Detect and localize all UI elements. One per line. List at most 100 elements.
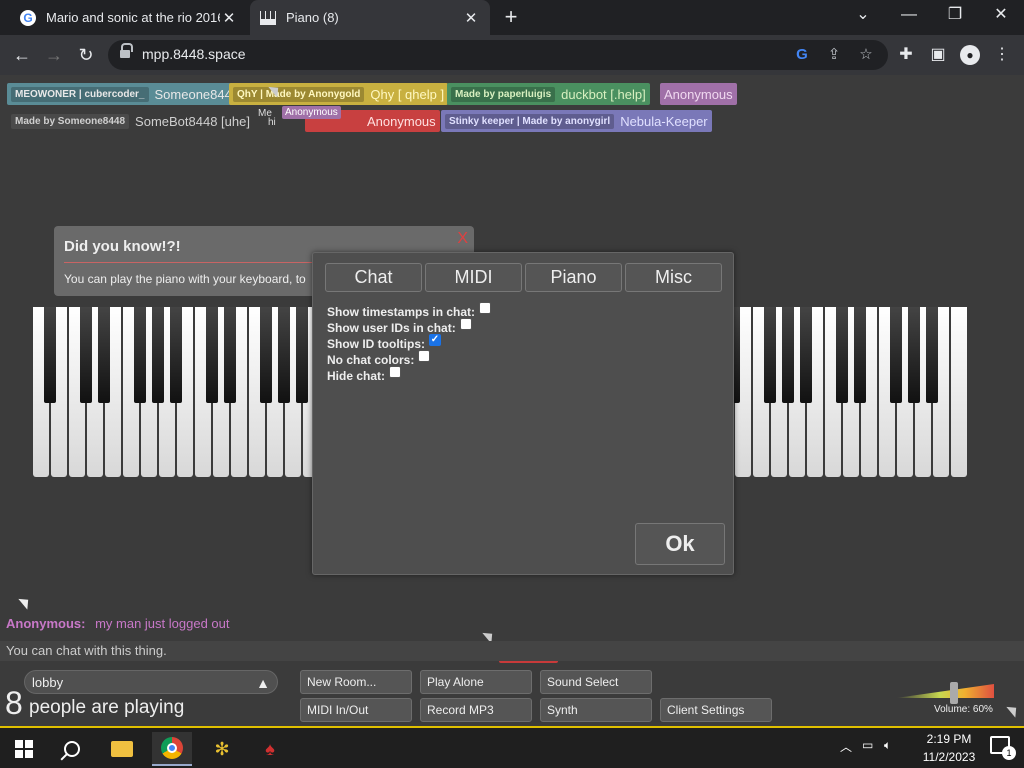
tab-misc[interactable]: Misc: [625, 263, 722, 292]
speaker-muted-icon[interactable]: 🔈︎: [884, 738, 891, 753]
piano-page: MEOWONER | cubercoder_ Someone8448 QhY |…: [0, 75, 1024, 726]
new-tab-button[interactable]: +: [498, 4, 524, 30]
room-selector[interactable]: lobby ▲: [24, 670, 278, 694]
red-app-button[interactable]: ♠: [250, 732, 290, 766]
piano-black-key[interactable]: [800, 307, 812, 403]
triangle-up-icon[interactable]: ▲: [253, 673, 273, 693]
piano-black-key[interactable]: [98, 307, 110, 403]
piano-black-key[interactable]: [80, 307, 92, 403]
close-tab-icon[interactable]: ✕: [220, 9, 238, 27]
chat-input[interactable]: You can chat with this thing.: [0, 641, 1024, 661]
google-lens-icon[interactable]: G: [792, 45, 812, 65]
extensions-icon[interactable]: ✚: [892, 41, 920, 69]
forward-arrow-icon[interactable]: →: [40, 41, 68, 69]
user-nametag[interactable]: Anonymous: [660, 83, 737, 105]
browser-tab-piano[interactable]: Piano (8) ✕: [250, 0, 490, 35]
show-timestamps-checkbox[interactable]: [479, 302, 492, 314]
chrome-taskbar-button[interactable]: [152, 732, 192, 766]
menu-kebab-icon[interactable]: ⋮: [988, 41, 1016, 69]
piano-white-key[interactable]: [951, 307, 967, 477]
synth-button[interactable]: Synth: [540, 698, 652, 722]
bee-app-button[interactable]: ✻: [202, 732, 242, 766]
volume-handle[interactable]: [950, 682, 958, 704]
user-nametag[interactable]: Stinky keeper | Made by anonygirl Nebula…: [441, 110, 712, 132]
app-logo-icon: ♠: [265, 738, 275, 759]
volume-label: Volume: 60%: [934, 704, 993, 715]
browser-tab-mario[interactable]: G Mario and sonic at the rio 2016 ✕: [10, 0, 248, 35]
nametag-tag: Made by Someone8448: [11, 113, 130, 129]
piano-black-key[interactable]: [44, 307, 56, 403]
piano-black-key[interactable]: [206, 307, 218, 403]
network-icon[interactable]: ▭: [862, 738, 873, 752]
play-alone-button[interactable]: Play Alone: [420, 670, 532, 694]
piano-black-key[interactable]: [854, 307, 866, 403]
piano-black-key[interactable]: [134, 307, 146, 403]
folder-icon: [111, 741, 133, 757]
did-you-know-text: You can play the piano with your keyboar…: [64, 272, 306, 286]
clock-date[interactable]: 11/2/2023: [916, 750, 982, 764]
piano-black-key[interactable]: [908, 307, 920, 403]
piano-icon: [260, 10, 276, 25]
lock-icon[interactable]: [120, 43, 133, 60]
piano-black-key[interactable]: [152, 307, 164, 403]
piano-black-key[interactable]: [296, 307, 308, 403]
back-arrow-icon[interactable]: ←: [8, 41, 36, 69]
reload-icon[interactable]: ↻: [72, 41, 100, 69]
volume-slider[interactable]: Volume: 60%: [896, 682, 994, 716]
system-tray: ︿ ▭ 🔈︎ 2:19 PM 11/2/2023 1: [836, 728, 1024, 768]
piano-black-key[interactable]: [224, 307, 236, 403]
tab-chat[interactable]: Chat: [325, 263, 422, 292]
new-room-button[interactable]: New Room...: [300, 670, 412, 694]
minimize-button[interactable]: —: [886, 0, 932, 30]
nametag-name: Nebula-Keeper: [620, 113, 708, 129]
record-mp3-button[interactable]: Record MP3: [420, 698, 532, 722]
chat-message: Anonymous: my man just logged out: [6, 616, 229, 631]
volume-ramp: [896, 684, 994, 698]
piano-black-key[interactable]: [782, 307, 794, 403]
ok-button[interactable]: Ok: [635, 523, 725, 565]
hide-chat-checkbox[interactable]: [389, 366, 402, 378]
clock-time[interactable]: 2:19 PM: [916, 732, 982, 746]
show-id-tooltips-checkbox[interactable]: ✓: [429, 334, 441, 346]
address-bar[interactable]: mpp.8448.space G ⇪ ☆: [108, 40, 888, 70]
room-name: lobby: [32, 675, 64, 690]
user-nametag[interactable]: Made by Someone8448 SomeBot8448 [uhe]: [7, 110, 254, 132]
profile-avatar-icon[interactable]: ●: [956, 41, 984, 69]
midi-in-out-button[interactable]: MIDI In/Out: [300, 698, 412, 722]
bookmark-star-icon[interactable]: ☆: [856, 45, 876, 65]
file-explorer-button[interactable]: [102, 732, 142, 766]
no-chat-colors-checkbox[interactable]: [418, 350, 431, 362]
option-hide-chat: Hide chat:: [327, 366, 402, 383]
piano-black-key[interactable]: [926, 307, 938, 403]
chevron-up-icon[interactable]: ︿: [840, 738, 852, 755]
remote-cursor-icon: [1006, 702, 1021, 718]
tab-piano[interactable]: Piano: [525, 263, 622, 292]
nametag-name: duckbot [.help]: [561, 86, 646, 102]
show-user-ids-checkbox[interactable]: [459, 318, 472, 330]
cursor-label-hi: hi: [268, 117, 276, 128]
piano-black-key[interactable]: [260, 307, 272, 403]
piano-black-key[interactable]: [764, 307, 776, 403]
share-icon[interactable]: ⇪: [824, 45, 844, 65]
side-panel-icon[interactable]: ▣: [924, 41, 952, 69]
restore-button[interactable]: ❐: [932, 0, 978, 30]
close-tab-icon[interactable]: ✕: [462, 9, 480, 27]
close-icon[interactable]: X: [457, 230, 468, 248]
search-button[interactable]: [52, 732, 92, 766]
close-window-button[interactable]: ✕: [978, 0, 1024, 30]
piano-black-key[interactable]: [170, 307, 182, 403]
user-nametag[interactable]: MEOWONER | cubercoder_ Someone8448: [7, 83, 244, 105]
start-button[interactable]: [4, 732, 44, 766]
tab-search-icon[interactable]: ⌄: [840, 0, 886, 30]
piano-black-key[interactable]: [890, 307, 902, 403]
sound-select-button[interactable]: Sound Select: [540, 670, 652, 694]
nametag-tag: Stinky keeper | Made by anonygirl: [445, 113, 615, 129]
option-label: No chat colors:: [327, 353, 415, 367]
user-nametag[interactable]: QhY | Made by Anonygold Qhy [ qhelp ]: [229, 83, 449, 105]
user-nametag[interactable]: Made by paperluigis duckbot [.help]: [447, 83, 650, 105]
tab-midi[interactable]: MIDI: [425, 263, 522, 292]
piano-black-key[interactable]: [836, 307, 848, 403]
client-settings-button[interactable]: Client Settings: [660, 698, 772, 722]
tab-title: Mario and sonic at the rio 2016: [46, 10, 220, 25]
piano-black-key[interactable]: [278, 307, 290, 403]
